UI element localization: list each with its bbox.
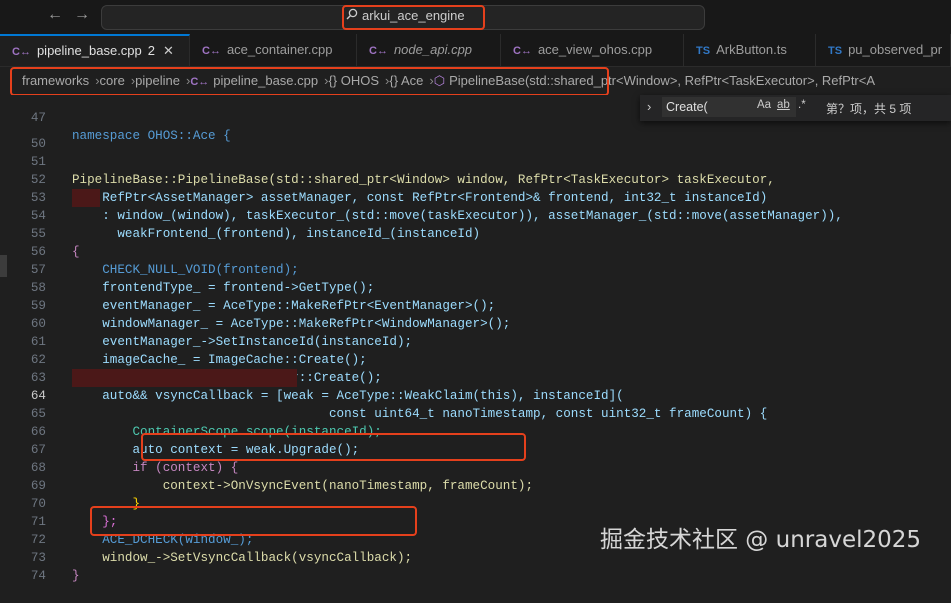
code-line[interactable]: 66 auto context = weak.Upgrade(); <box>0 405 951 457</box>
find-widget: › Create( Aa ab .* 第？项，共 5 项 <box>640 95 951 121</box>
cpp-file-icon: C↔ <box>513 45 532 57</box>
tab-label: pu_observed_pr <box>848 42 943 57</box>
match-case-icon[interactable]: Aa <box>757 99 771 111</box>
tab-label: pipeline_base.cpp <box>36 43 142 58</box>
typescript-file-icon: TS <box>696 45 711 57</box>
code-line[interactable]: 58 eventManager_ = AceType::MakeRefPtr<E… <box>0 261 951 313</box>
annotation-box-search <box>342 5 485 30</box>
code-line[interactable]: 51 PipelineBase::PipelineBase(std::share… <box>0 135 951 187</box>
whole-word-icon[interactable]: ab <box>777 99 790 111</box>
code-line[interactable]: 70 }; <box>0 477 951 529</box>
code-editor[interactable]: 47 namespace OHOS::Ace { 50 51 PipelineB… <box>0 95 951 583</box>
code-line[interactable]: 53 : window_(window), taskExecutor_(std:… <box>0 171 951 223</box>
code-line[interactable]: 57 frontendType_ = frontend->GetType(); <box>0 243 951 295</box>
cpp-file-icon: C↔ <box>202 45 221 57</box>
code-line[interactable]: 55 { <box>0 207 951 259</box>
annotation-box-onvsync <box>141 433 526 461</box>
match-count: 第？项，共 5 项 <box>826 102 912 116</box>
forward-arrow-icon[interactable]: → <box>74 6 90 24</box>
code-line[interactable]: 52 RefPtr<AssetManager> assetManager, co… <box>0 153 951 205</box>
problem-count-badge: 2 <box>147 43 155 58</box>
editor-tab-bar: C↔ pipeline_base.cpp 2 ✕ C↔ ace_container.cp… <box>0 34 951 67</box>
code-line[interactable]: 59 windowManager_ = AceType::MakeRefPtr<… <box>0 279 951 331</box>
tab-ace-view-ohos[interactable]: C↔ ace_view_ohos.cpp <box>501 34 684 66</box>
tab-pipeline-base[interactable]: C↔ pipeline_base.cpp 2 ✕ <box>0 34 190 66</box>
tab-label: node_api.cpp <box>393 42 473 57</box>
back-arrow-icon[interactable]: ← <box>47 6 63 24</box>
annotation-box-setvsync <box>90 506 417 536</box>
tab-arkbutton[interactable]: TS ArkButton.ts <box>684 34 816 66</box>
code-text: } <box>72 569 80 583</box>
tab-label: ace_container.cpp <box>226 42 333 57</box>
regex-icon[interactable]: .* <box>798 99 806 111</box>
chevron-right-icon[interactable]: › <box>647 99 651 114</box>
line-number: 74 <box>30 569 46 583</box>
code-line[interactable]: 64 const uint64_t nanoTimestamp, const u… <box>0 369 951 421</box>
cpp-file-icon: C↔ <box>12 46 31 58</box>
code-line[interactable]: 63 auto&& vsyncCallback = [weak = AceTyp… <box>0 351 951 403</box>
code-line[interactable]: 54 weakFrontend_(frontend), instanceId_(… <box>0 189 951 241</box>
find-input[interactable]: Create( <box>662 97 796 117</box>
cpp-file-icon: C↔ <box>369 45 388 57</box>
code-line[interactable]: 69 } <box>0 459 951 511</box>
tab-node-api[interactable]: C↔ node_api.cpp <box>357 34 501 66</box>
title-bar: ← → arkui_ace_engine <box>0 0 951 34</box>
code-line[interactable]: 56 CHECK_NULL_VOID(frontend); <box>0 225 951 277</box>
watermark: 掘金技术社区 @ unravel2025 <box>600 527 922 553</box>
typescript-file-icon: TS <box>828 45 843 57</box>
tab-label: ArkButton.ts <box>716 42 787 57</box>
code-line[interactable]: 61 imageCache_ = ImageCache::Create(); <box>0 315 951 367</box>
code-line[interactable]: 62 fontManager_ = FontManager::Create(); <box>0 333 951 385</box>
code-line[interactable]: 65 ContainerScope scope(instanceId); <box>0 387 951 439</box>
tab-pu-observed[interactable]: TS pu_observed_pr <box>816 34 951 66</box>
code-line[interactable]: 60 eventManager_->SetInstanceId(instance… <box>0 297 951 349</box>
tab-label: ace_view_ohos.cpp <box>537 42 653 57</box>
close-icon[interactable]: ✕ <box>163 43 174 58</box>
tab-ace-container[interactable]: C↔ ace_container.cpp <box>190 34 357 66</box>
